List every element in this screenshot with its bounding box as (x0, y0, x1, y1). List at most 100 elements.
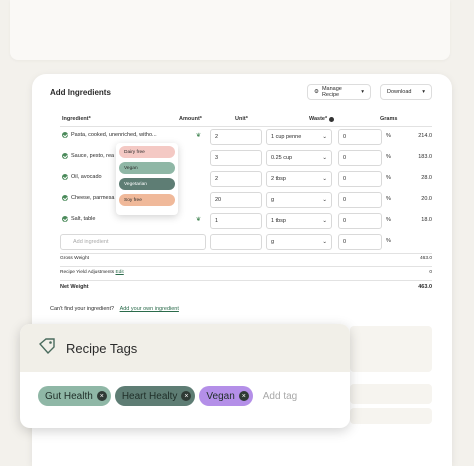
download-button[interactable]: Download ▾ (380, 84, 432, 100)
table-row: Salt, table ❦ 1 1 tbsp ⌄ 0 % 18.0 (60, 213, 432, 229)
ingredient-cell[interactable]: Salt, table (62, 216, 180, 222)
remove-tag-icon[interactable]: × (96, 391, 107, 401)
grams-value: 28.0 (421, 175, 432, 181)
waste-input[interactable]: 0 (338, 171, 382, 187)
add-ingredient-input[interactable]: Add ingredient (60, 234, 206, 250)
percent-sign: % (386, 217, 391, 223)
waste-input[interactable]: 0 (338, 192, 382, 208)
net-weight-row: Net Weight 463.0 (60, 284, 432, 290)
info-icon[interactable] (329, 116, 335, 122)
diet-option-vegan[interactable]: Vegan (119, 162, 175, 174)
header-waste: Waste* (309, 116, 335, 122)
chevron-down-icon: ⌄ (322, 176, 327, 182)
header-ingredient: Ingredient* (62, 116, 91, 122)
add-ingredient-placeholder: Add ingredient (73, 239, 109, 245)
chevron-down-icon: ▾ (422, 89, 425, 95)
check-icon (62, 132, 68, 138)
dietary-tags-popup: Dairy free Vegan Vegetarian Soy free (116, 143, 178, 215)
remove-tag-icon[interactable]: × (238, 391, 249, 401)
edit-yield-link[interactable]: Edit (115, 270, 123, 275)
unit-select[interactable]: 2 tbsp ⌄ (266, 171, 332, 187)
ingredient-name: Pasta, cooked, unenriched, witho... (71, 132, 157, 138)
unit-value: 1 tbsp (271, 218, 286, 224)
chevron-down-icon: ⌄ (322, 134, 327, 140)
background-block (350, 384, 432, 404)
manage-recipe-button[interactable]: ⚙ Manage Recipe ▾ (307, 84, 371, 100)
remove-tag-icon[interactable]: × (181, 391, 192, 401)
tag-label: Vegan (206, 390, 235, 402)
waste-input[interactable]: 0 (338, 150, 382, 166)
new-ingredient-row: Add ingredient g ⌄ 0 % (60, 234, 432, 250)
recipe-tags-title: Recipe Tags (66, 340, 138, 356)
unit-select[interactable]: 0.25 cup ⌄ (266, 150, 332, 166)
percent-sign: % (386, 133, 391, 139)
net-weight-value: 463.0 (418, 284, 432, 290)
check-icon (62, 174, 68, 180)
amount-input[interactable] (210, 234, 262, 250)
background-card (10, 0, 450, 60)
divider (60, 253, 432, 254)
unit-select[interactable]: 1 tbsp ⌄ (266, 213, 332, 229)
check-icon (62, 216, 68, 222)
waste-input[interactable]: 0 (338, 213, 382, 229)
ingredient-cell[interactable]: Pasta, cooked, unenriched, witho... (62, 132, 180, 138)
leaf-icon[interactable]: ❦ (196, 216, 201, 223)
unit-select[interactable]: 1 cup penne ⌄ (266, 129, 332, 145)
unit-select[interactable]: g ⌄ (266, 192, 332, 208)
amount-input[interactable]: 20 (210, 192, 262, 208)
manage-recipe-label: Manage Recipe (321, 86, 342, 98)
diet-option-dairy-free[interactable]: Dairy free (119, 146, 175, 158)
amount-input[interactable]: 3 (210, 150, 262, 166)
add-own-ingredient-link[interactable]: Add your own ingredient (120, 306, 179, 312)
net-weight-label: Net Weight (60, 284, 89, 290)
chevron-down-icon: ⌄ (322, 197, 327, 203)
gear-icon: ⚙ (314, 89, 319, 95)
waste-input[interactable]: 0 (338, 129, 382, 145)
amount-input[interactable]: 1 (210, 213, 262, 229)
unit-select[interactable]: g ⌄ (266, 234, 332, 250)
percent-sign: % (386, 154, 391, 160)
check-icon (62, 195, 68, 201)
amount-input[interactable]: 2 (210, 171, 262, 187)
chevron-down-icon: ⌄ (322, 218, 327, 224)
percent-sign: % (386, 238, 391, 244)
ingredient-name: Cheese, parmesa (71, 195, 115, 201)
leaf-icon[interactable]: ❦ (196, 132, 201, 139)
header-waste-label: Waste* (309, 116, 328, 122)
grams-value: 214.0 (418, 133, 432, 139)
ingredient-name: Salt, table (71, 216, 96, 222)
gross-weight-row: Gross Weight 463.0 (60, 256, 432, 261)
panel-title: Add Ingredients (50, 88, 111, 97)
yield-adjustments-value: 0 (429, 270, 432, 275)
ingredient-name: Oil, avocado (71, 174, 102, 180)
tag-chip-heart-healty[interactable]: Heart Healty × (114, 386, 196, 406)
waste-input[interactable]: 0 (338, 234, 382, 250)
grams-value: 18.0 (421, 217, 432, 223)
cant-find-ingredient: Can't find your ingredient? Add your own… (50, 306, 179, 312)
check-icon (62, 153, 68, 159)
yield-adjustments-row: Recipe Yield Adjustments Edit 0 (60, 270, 432, 275)
percent-sign: % (386, 196, 391, 202)
chevron-down-icon: ⌄ (322, 155, 327, 161)
unit-value: 0.25 cup (271, 155, 293, 161)
recipe-tags-card: Recipe Tags Gut Health × Heart Healty × … (20, 324, 350, 428)
grams-value: 183.0 (418, 154, 432, 160)
tag-label: Heart Healty (121, 390, 178, 402)
gross-weight-value: 463.0 (419, 256, 432, 261)
percent-sign: % (386, 175, 391, 181)
diet-option-vegetarian[interactable]: Vegetarian (119, 178, 175, 190)
header-amount: Amount* (179, 116, 202, 122)
diet-option-soy-free[interactable]: Soy free (119, 194, 175, 206)
chevron-down-icon: ⌄ (322, 239, 327, 245)
header-divider (60, 126, 432, 127)
background-block (350, 326, 432, 372)
amount-input[interactable]: 2 (210, 129, 262, 145)
gross-weight-label: Gross Weight (60, 256, 89, 261)
tag-chip-gut-health[interactable]: Gut Health × (38, 386, 111, 406)
recipe-tags-header: Recipe Tags (20, 324, 350, 372)
add-tag-input[interactable]: Add tag (263, 391, 297, 402)
tag-chip-vegan[interactable]: Vegan × (199, 386, 253, 406)
table-row: Pasta, cooked, unenriched, witho... ❦ 2 … (60, 129, 432, 145)
divider (60, 280, 432, 281)
chevron-down-icon: ▾ (361, 89, 364, 95)
